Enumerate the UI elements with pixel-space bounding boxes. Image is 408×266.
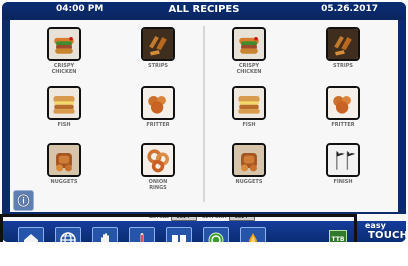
info-icon: ⓘ (17, 194, 30, 208)
date-display: 05.26.2017 (321, 4, 378, 14)
recipe-label: CRISPY CHICKEN (236, 63, 262, 75)
recipe-fish-1[interactable]: FISH (36, 86, 92, 146)
strips-icon (326, 27, 360, 61)
strips-icon (141, 27, 175, 61)
info-button[interactable]: ⓘ (13, 190, 34, 211)
recipe-label: STRIPS (333, 63, 353, 69)
recipe-label: NUGGETS (50, 179, 78, 185)
recipe-label: NUGGETS (235, 179, 263, 185)
crispy-chicken-icon (47, 27, 81, 61)
brand-logo: easy TOUCH (361, 221, 406, 242)
fish-icon (47, 86, 81, 120)
main-screen: 04:00 PM ALL RECIPES 05.26.2017 CRISPY C… (2, 2, 406, 242)
recipe-fish-2[interactable]: FISH (221, 86, 277, 146)
page-margin (0, 242, 408, 266)
crispy-chicken-icon (232, 27, 266, 61)
finish-icon (326, 143, 360, 177)
recipe-label: STRIPS (148, 63, 168, 69)
recipe-nuggets-1[interactable]: NUGGETS (36, 143, 92, 203)
recipe-strips-1[interactable]: STRIPS (130, 27, 186, 87)
recipe-crispy-chicken-1[interactable]: CRISPY CHICKEN (36, 27, 92, 87)
brand-touch-text: TOUCH (368, 230, 406, 241)
recipe-onion-rings[interactable]: ONION RINGS (130, 143, 186, 203)
recipe-crispy-chicken-2[interactable]: CRISPY CHICKEN (221, 27, 277, 87)
recipe-label: FISH (242, 122, 256, 128)
recipe-finish[interactable]: FINISH (315, 143, 371, 203)
nuggets-icon (232, 143, 266, 177)
recipe-nuggets-2[interactable]: NUGGETS (221, 143, 277, 203)
recipe-grid: CRISPY CHICKEN STRIPS CRISPY CHICKEN STR… (10, 20, 398, 212)
recipe-fritter-1[interactable]: FRITTER (130, 86, 186, 146)
recipe-label: FINISH (333, 179, 353, 185)
recipe-label: FRITTER (146, 122, 170, 128)
recipe-label: FRITTER (331, 122, 355, 128)
onion-rings-icon (141, 143, 175, 177)
recipe-label: CRISPY CHICKEN (51, 63, 77, 75)
header-bar: 04:00 PM ALL RECIPES 05.26.2017 (2, 2, 406, 20)
section-divider (203, 26, 205, 202)
recipe-label: ONION RINGS (148, 179, 168, 191)
fish-icon (232, 86, 266, 120)
nuggets-icon (47, 143, 81, 177)
fritter-icon (326, 86, 360, 120)
recipe-fritter-2[interactable]: FRITTER (315, 86, 371, 146)
recipe-strips-2[interactable]: STRIPS (315, 27, 371, 87)
fritter-icon (141, 86, 175, 120)
recipe-label: FISH (57, 122, 71, 128)
